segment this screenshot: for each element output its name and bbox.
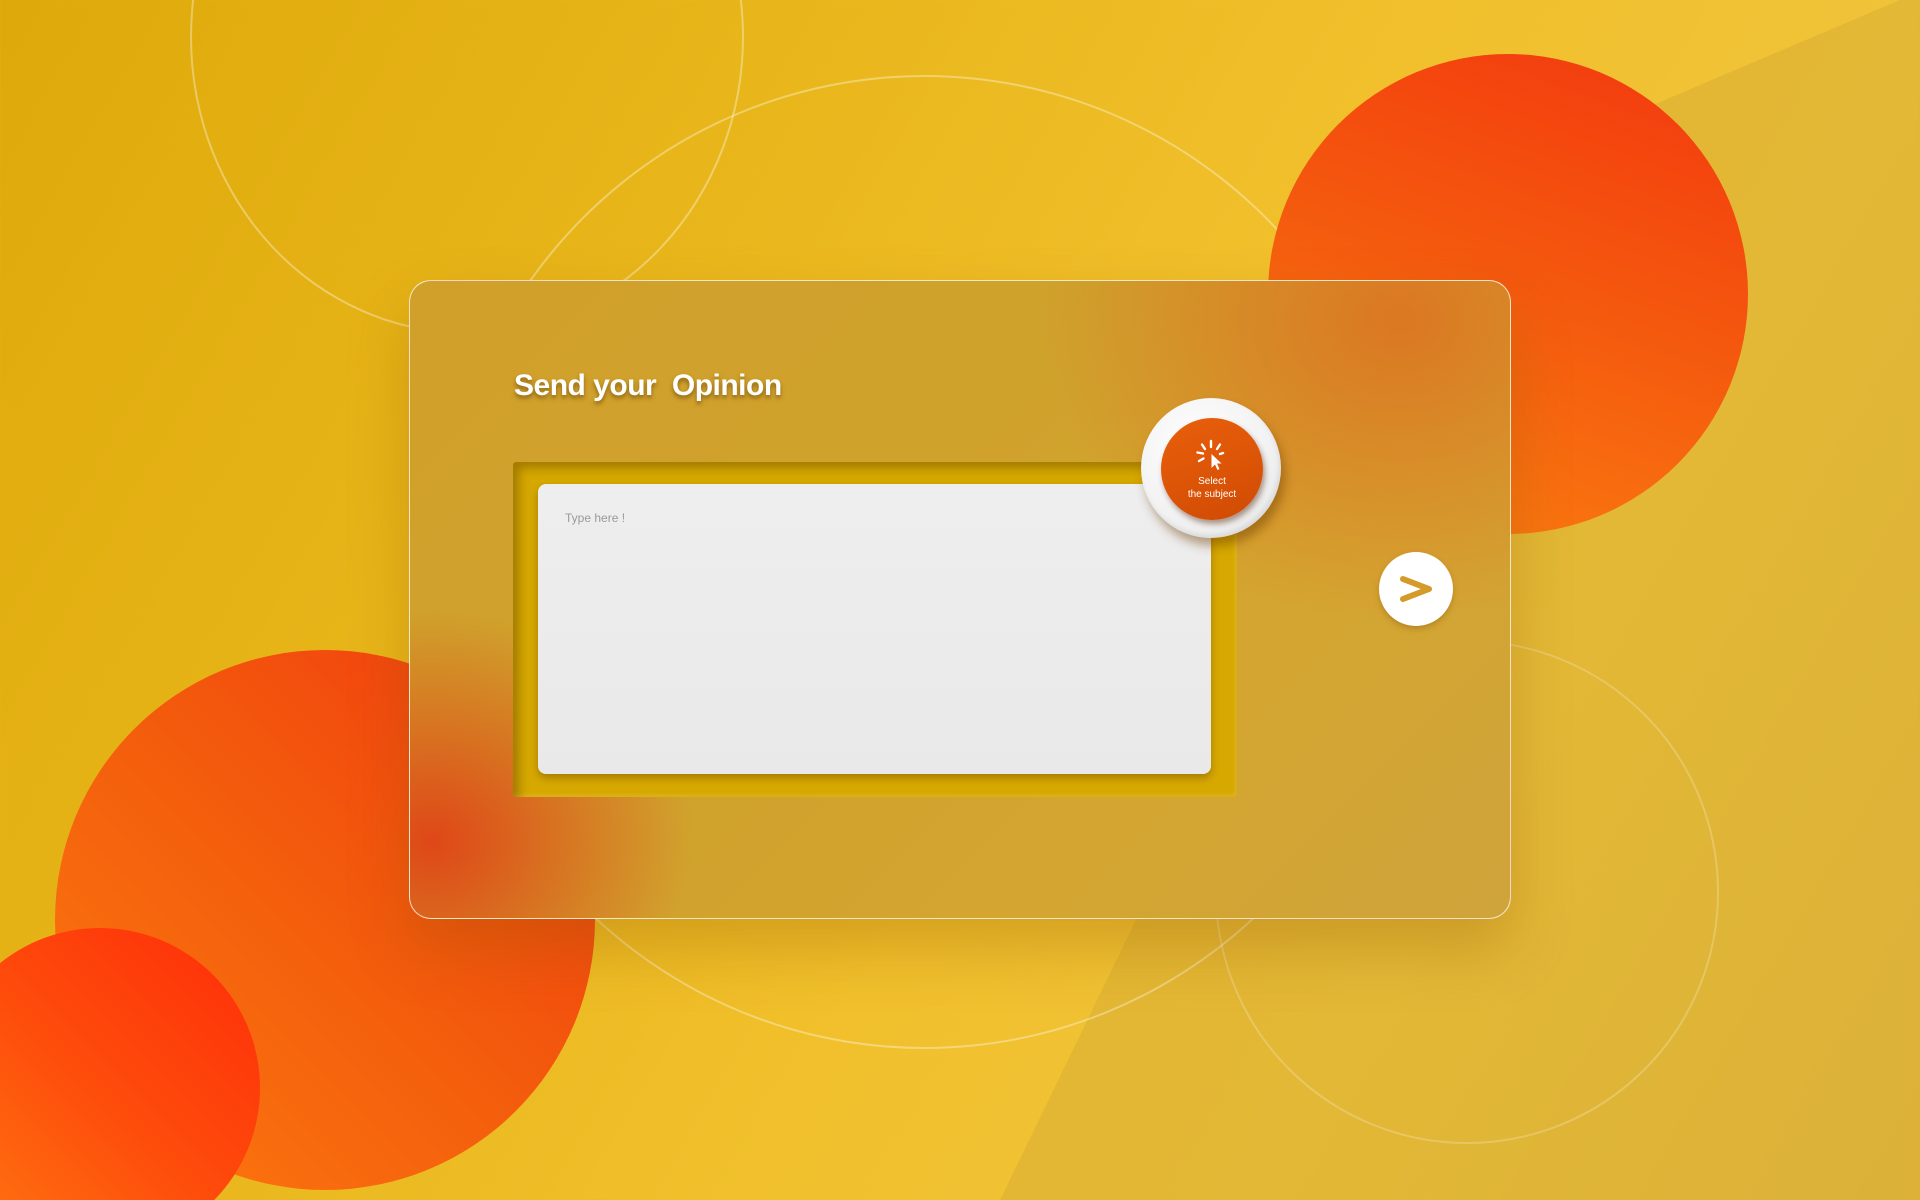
- select-subject-button[interactable]: Select the subject: [1141, 398, 1281, 538]
- opinion-textarea[interactable]: [538, 484, 1211, 774]
- chevron-right-icon: [1400, 576, 1432, 602]
- loading-cursor-icon: [1196, 439, 1225, 470]
- select-subject-label-line2: the subject: [1187, 489, 1237, 500]
- select-subject-label: Select the subject: [1161, 475, 1263, 501]
- background-circle: [0, 928, 260, 1200]
- select-subject-label-line1: Select: [1198, 476, 1226, 487]
- select-subject-button-face[interactable]: Select the subject: [1161, 418, 1263, 520]
- form-title: Send your Opinion: [514, 369, 782, 402]
- send-button[interactable]: [1379, 552, 1453, 626]
- opinion-card: Send your Opinion Select the subject: [409, 280, 1511, 919]
